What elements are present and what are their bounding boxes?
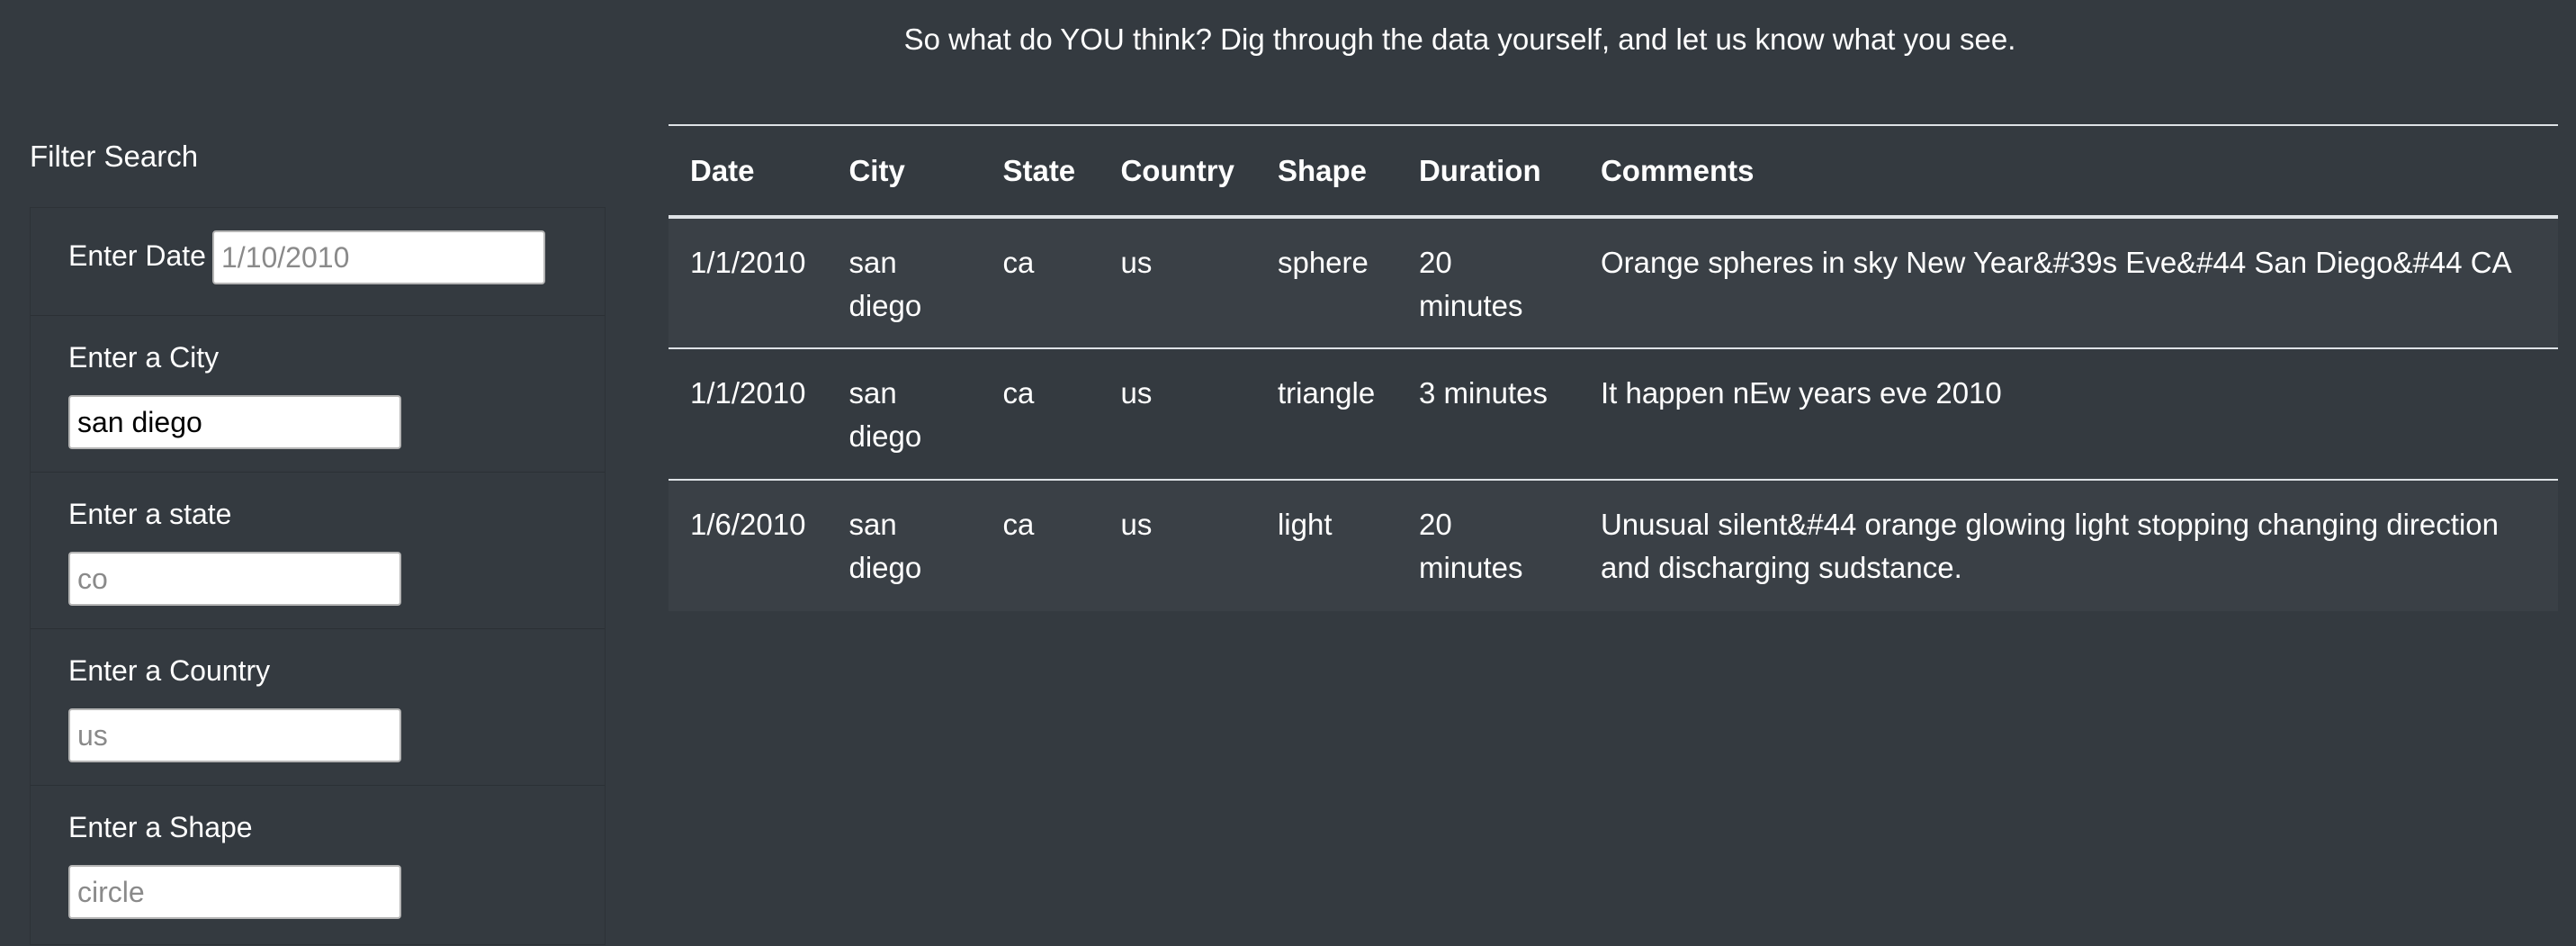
city-input[interactable] [68, 395, 401, 449]
date-label: Enter Date [68, 239, 206, 272]
table-row: 1/1/2010 san diego ca us triangle 3 minu… [669, 348, 2558, 481]
cell-duration: 20 minutes [1396, 217, 1579, 349]
table-header-row: Date City State Country Shape Duration C… [669, 124, 2558, 219]
filter-item-shape: Enter a Shape [31, 786, 605, 946]
cell-state: ca [981, 348, 1100, 481]
header-comments: Comments [1578, 124, 2558, 219]
header-country: Country [1099, 124, 1256, 219]
cell-date: 1/6/2010 [669, 480, 828, 611]
cell-country: us [1099, 348, 1256, 481]
filter-item-date: Enter Date [31, 208, 605, 316]
header-city: City [827, 124, 982, 219]
cell-city: san diego [827, 348, 982, 481]
cell-date: 1/1/2010 [669, 348, 828, 481]
table-row: 1/1/2010 san diego ca us sphere 20 minut… [669, 217, 2558, 349]
table-row: 1/6/2010 san diego ca us light 20 minute… [669, 480, 2558, 611]
shape-input[interactable] [68, 865, 401, 919]
filter-panel: Enter Date Enter a City Enter a state En… [30, 207, 606, 945]
cell-state: ca [981, 480, 1100, 611]
cell-duration: 3 minutes [1396, 348, 1579, 481]
header-duration: Duration [1396, 124, 1579, 219]
cell-comments: Orange spheres in sky New Year&#39s Eve&… [1578, 217, 2558, 349]
cell-comments: It happen nEw years eve 2010 [1578, 348, 2558, 481]
header-shape: Shape [1255, 124, 1397, 219]
filter-item-city: Enter a City [31, 316, 605, 473]
date-input[interactable] [212, 230, 545, 284]
cell-city: san diego [827, 480, 982, 611]
cell-comments: Unusual silent&#44 orange glowing light … [1578, 480, 2558, 611]
cell-shape: light [1255, 480, 1397, 611]
cell-state: ca [981, 217, 1100, 349]
cell-country: us [1099, 480, 1256, 611]
header-date: Date [669, 124, 828, 219]
header-state: State [981, 124, 1100, 219]
filter-item-state: Enter a state [31, 473, 605, 629]
filter-search-title: Filter Search [30, 140, 199, 173]
country-input[interactable] [68, 708, 401, 762]
shape-label: Enter a Shape [68, 811, 253, 843]
cell-shape: triangle [1255, 348, 1397, 481]
filter-item-country: Enter a Country [31, 629, 605, 786]
ufo-sightings-table: Date City State Country Shape Duration C… [669, 124, 2558, 611]
state-label: Enter a state [68, 498, 232, 530]
city-label: Enter a City [68, 341, 220, 374]
country-label: Enter a Country [68, 654, 271, 687]
state-input[interactable] [68, 552, 401, 606]
cell-duration: 20 minutes [1396, 480, 1579, 611]
cell-city: san diego [827, 217, 982, 349]
intro-text: So what do YOU think? Dig through the da… [903, 23, 2016, 56]
cell-country: us [1099, 217, 1256, 349]
cell-date: 1/1/2010 [669, 217, 828, 349]
cell-shape: sphere [1255, 217, 1397, 349]
